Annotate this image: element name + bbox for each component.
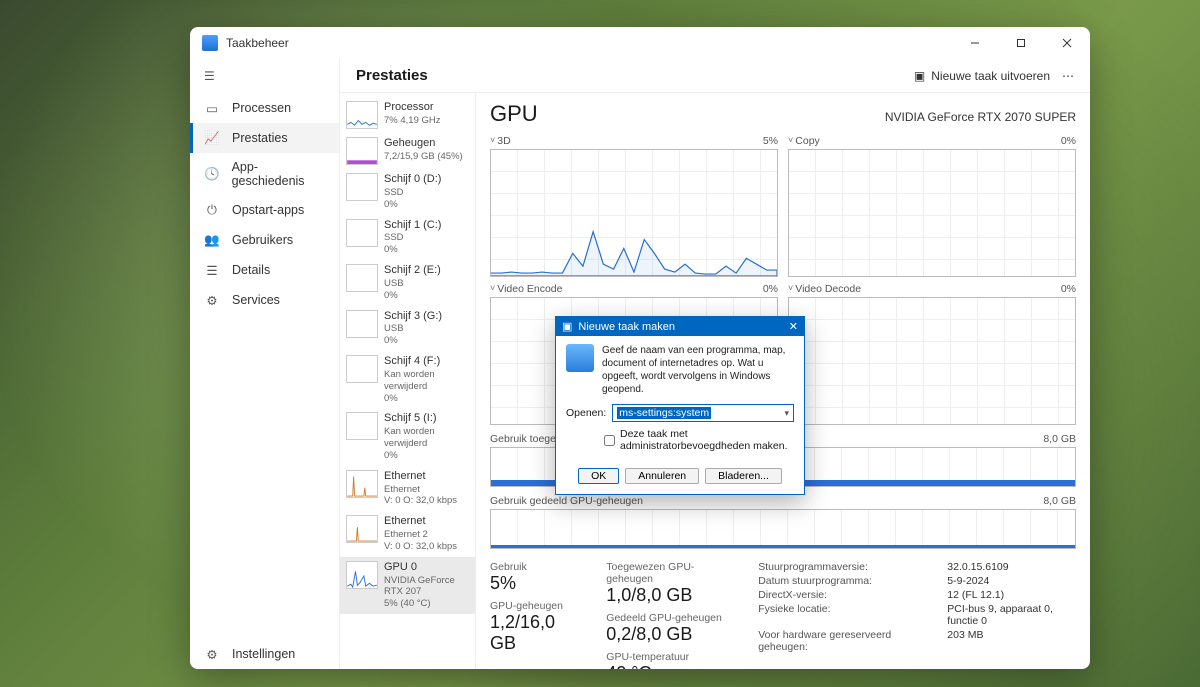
- open-value: ms-settings:system: [617, 407, 711, 419]
- admin-label: Deze taak met administratorbevoegdheden …: [620, 428, 794, 452]
- run-new-task-button[interactable]: ▣ Nieuwe taak uitvoeren: [914, 69, 1050, 83]
- gpu-stats: Gebruik5% GPU-geheugen1,2/16,0 GB Toegew…: [490, 561, 1076, 669]
- dialog-titlebar[interactable]: ▣ Nieuwe taak maken ✕: [556, 317, 804, 336]
- nav-app-history[interactable]: 🕓App-geschiedenis: [190, 153, 339, 195]
- nav-settings[interactable]: ⚙Instellingen: [190, 639, 339, 669]
- ok-button[interactable]: OK: [578, 468, 619, 484]
- nav-processes[interactable]: ▭Processen: [190, 93, 339, 123]
- page-header: Prestaties ▣ Nieuwe taak uitvoeren ⋯: [340, 59, 1090, 93]
- startup-icon: ⏻: [204, 202, 220, 218]
- run-new-task-dialog: ▣ Nieuwe taak maken ✕ Geef de naam van e…: [555, 316, 805, 495]
- open-label: Openen:: [566, 407, 606, 419]
- app-icon: [202, 35, 218, 51]
- perf-item-ethernet2[interactable]: EthernetEthernet 2V: 0 O: 32,0 kbps: [340, 511, 475, 557]
- chevron-down-icon[interactable]: ▾: [784, 408, 789, 419]
- dialog-icon: [566, 344, 594, 372]
- admin-checkbox[interactable]: [604, 435, 615, 446]
- close-button[interactable]: [1044, 27, 1090, 59]
- app-title: Taakbeheer: [226, 36, 289, 50]
- perf-item-disk0[interactable]: Schijf 0 (D:)SSD0%: [340, 169, 475, 215]
- cancel-button[interactable]: Annuleren: [625, 468, 699, 484]
- minimize-button[interactable]: [952, 27, 998, 59]
- dialog-app-icon: ▣: [562, 320, 572, 333]
- nav-users[interactable]: 👥Gebruikers: [190, 225, 339, 255]
- chart-video-decode: ˅Video Decode0%: [788, 281, 1076, 425]
- users-icon: 👥: [204, 232, 220, 248]
- dialog-close-button[interactable]: ✕: [789, 320, 798, 333]
- hamburger-icon[interactable]: ☰: [190, 59, 339, 93]
- perf-item-cpu[interactable]: Processor7% 4,19 GHz: [340, 97, 475, 133]
- perf-item-memory[interactable]: Geheugen7,2/15,9 GB (45%): [340, 133, 475, 169]
- nav-startup[interactable]: ⏻Opstart-apps: [190, 195, 339, 225]
- processes-icon: ▭: [204, 100, 220, 116]
- gpu-device-name: NVIDIA GeForce RTX 2070 SUPER: [885, 110, 1076, 124]
- nav-details[interactable]: ☰Details: [190, 255, 339, 285]
- details-icon: ☰: [204, 262, 220, 278]
- nav-services[interactable]: ⚙Services: [190, 285, 339, 315]
- perf-item-ethernet1[interactable]: EthernetEthernetV: 0 O: 32,0 kbps: [340, 466, 475, 512]
- perf-item-disk4[interactable]: Schijf 4 (F:)Kan worden verwijderd0%: [340, 351, 475, 408]
- sidebar: ☰ ▭Processen 📈Prestaties 🕓App-geschieden…: [190, 59, 340, 669]
- chart-copy: ˅Copy0%: [788, 133, 1076, 277]
- dialog-description: Geef de naam van een programma, map, doc…: [602, 344, 794, 396]
- perf-item-disk5[interactable]: Schijf 5 (I:)Kan worden verwijderd0%: [340, 408, 475, 465]
- perf-item-disk3[interactable]: Schijf 3 (G:)USB0%: [340, 306, 475, 352]
- chart-3d: ˅3D5%: [490, 133, 778, 277]
- more-button[interactable]: ⋯: [1062, 69, 1074, 83]
- performance-list[interactable]: Processor7% 4,19 GHz Geheugen7,2/15,9 GB…: [340, 93, 476, 669]
- shared-memory-chart: Gebruik gedeeld GPU-geheugen8,0 GB: [490, 493, 1076, 549]
- nav-performance[interactable]: 📈Prestaties: [190, 123, 339, 153]
- open-combobox[interactable]: ms-settings:system ▾: [612, 404, 794, 422]
- gear-icon: ⚙: [204, 646, 220, 662]
- perf-item-gpu0[interactable]: GPU 0NVIDIA GeForce RTX 2075% (40 °C): [340, 557, 475, 614]
- titlebar[interactable]: Taakbeheer: [190, 27, 1090, 59]
- page-title: Prestaties: [356, 67, 428, 84]
- gpu-title: GPU: [490, 101, 538, 127]
- perf-item-disk1[interactable]: Schijf 1 (C:)SSD0%: [340, 215, 475, 261]
- browse-button[interactable]: Bladeren...: [705, 468, 782, 484]
- history-icon: 🕓: [204, 166, 220, 182]
- run-task-icon: ▣: [914, 69, 925, 83]
- performance-icon: 📈: [204, 130, 220, 146]
- maximize-button[interactable]: [998, 27, 1044, 59]
- services-icon: ⚙: [204, 292, 220, 308]
- perf-item-disk2[interactable]: Schijf 2 (E:)USB0%: [340, 260, 475, 306]
